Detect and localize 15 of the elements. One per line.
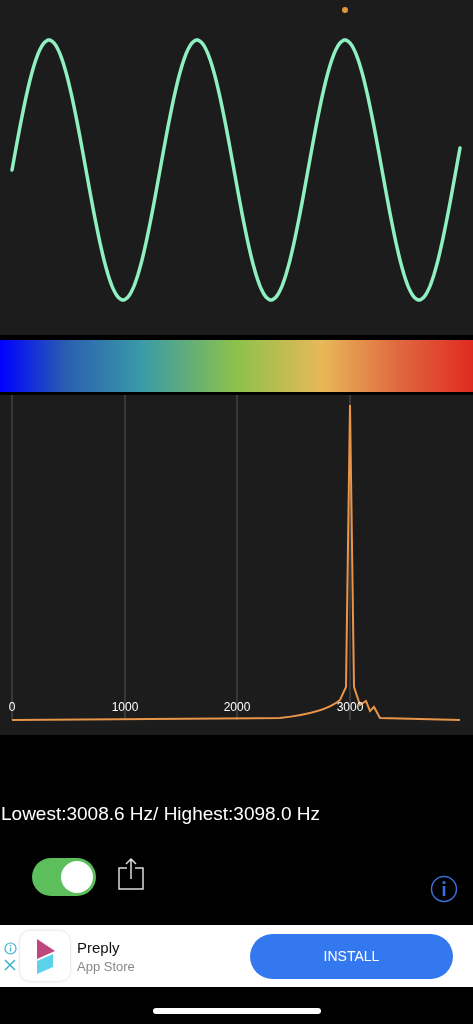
axis-label: 1000	[111, 700, 139, 714]
install-button[interactable]: INSTALL	[250, 933, 453, 979]
axis-label: 2000	[223, 700, 251, 714]
marker-dot	[342, 7, 348, 13]
axis-label: 3000	[336, 700, 364, 714]
share-icon[interactable]	[118, 858, 144, 890]
ad-title: Preply	[77, 938, 121, 956]
frequency-readout: Lowest:3008.6 Hz/ Highest:3098.0 Hz	[1, 803, 321, 825]
ad-subtitle: App Store	[77, 958, 136, 974]
axis-label: 0	[8, 700, 16, 714]
info-icon[interactable]	[430, 875, 458, 903]
close-icon[interactable]	[4, 958, 16, 971]
toggle-switch[interactable]	[32, 858, 96, 896]
app-logo-icon	[20, 931, 70, 981]
info-icon[interactable]	[3, 941, 17, 955]
